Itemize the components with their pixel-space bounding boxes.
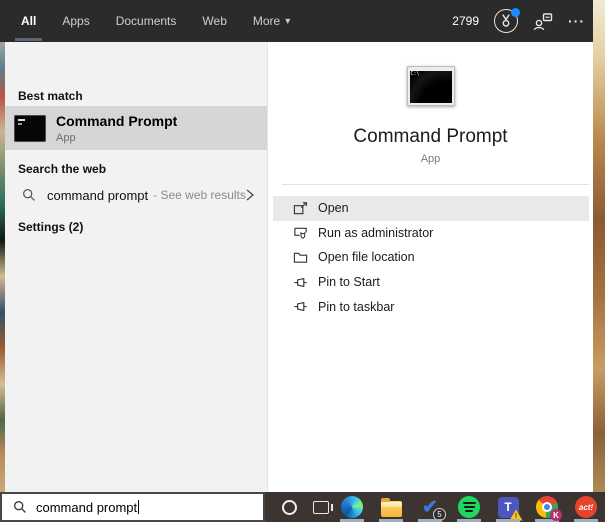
tab-documents-label: Documents [115,14,177,28]
action-pin-to-taskbar-label: Pin to taskbar [318,299,395,314]
header-actions: 2799 ··· [452,0,585,42]
web-suffix-text: - See web results [153,188,246,202]
chevron-down-icon: ▾ [285,15,291,27]
best-match-heading: Best match [18,89,83,103]
search-input-value: command prompt [36,499,138,515]
action-run-as-administrator[interactable]: Run as administrator [273,221,589,246]
search-icon [14,501,26,513]
search-web-heading: Search the web [18,162,107,176]
action-open-file-location[interactable]: Open file location [273,245,589,270]
search-input[interactable]: command prompt [0,492,265,522]
desktop-wallpaper-sliver-right [593,0,605,492]
action-open-label: Open [318,201,349,216]
tab-web-label: Web [202,14,227,28]
tab-more-label: More [252,14,281,28]
result-title: Command Prompt [56,112,178,129]
settings-heading: Settings (2) [18,220,84,234]
text-caret [138,500,140,514]
tab-documents[interactable]: Documents [103,0,190,42]
taskbar-file-explorer-icon[interactable] [379,495,403,522]
action-pin-to-start-label: Pin to Start [318,275,380,290]
tab-apps[interactable]: Apps [49,0,102,42]
action-run-admin-label: Run as administrator [318,225,434,240]
web-search-suggestion[interactable]: command prompt - See web results [5,181,267,209]
search-filter-tabs: All Apps Documents Web More ▾ [8,0,303,42]
taskbar-spotify-icon[interactable] [457,495,481,522]
teams-letter: T [504,500,512,514]
windows-search-flyout: All Apps Documents Web More ▾ 2799 ··· B… [0,0,605,522]
tab-apps-label: Apps [62,14,90,28]
search-header: All Apps Documents Web More ▾ 2799 ··· [0,0,593,42]
action-pin-to-start[interactable]: Pin to Start [273,270,589,295]
pin-icon [292,299,308,315]
action-open[interactable]: Open [273,196,589,221]
context-actions: Open Run as administrator Open file loca… [268,196,593,319]
more-options-icon[interactable]: ··· [568,13,585,29]
preview-type: App [420,153,441,165]
rewards-points: 2799 [452,14,479,28]
tab-more[interactable]: More ▾ [240,0,303,42]
admin-shield-icon [292,225,308,241]
notification-dot [511,8,520,17]
ellipsis-glyph: ··· [568,13,585,29]
command-prompt-icon [14,114,46,142]
chevron-right-icon[interactable] [243,187,257,203]
profile-badge: K [550,509,562,521]
taskbar-todo-icon[interactable]: ✔ 5 [418,495,446,522]
cortana-icon[interactable] [277,495,301,519]
tab-all-label: All [21,14,37,28]
tab-all[interactable]: All [8,0,49,42]
rewards-medal-icon[interactable] [494,8,520,33]
folder-icon [292,249,308,265]
preview-divider [282,184,589,185]
results-panel: Best match Command Prompt App Search the… [5,42,267,492]
preview-title: Command Prompt [353,126,508,147]
feedback-icon[interactable] [533,11,553,31]
best-match-result[interactable]: Command Prompt App [5,106,267,150]
task-view-icon[interactable] [309,495,333,519]
act-logo-text: act! [575,496,597,518]
action-pin-to-taskbar[interactable]: Pin to taskbar [273,294,589,319]
command-prompt-icon-large: C:\ [406,66,455,106]
action-open-file-location-label: Open file location [318,250,415,265]
open-window-icon [292,200,308,216]
pin-icon [292,274,308,290]
taskbar-act-icon[interactable]: act! [574,495,598,522]
result-type: App [56,131,76,144]
search-icon [23,189,35,201]
taskbar-teams-icon[interactable]: T ! [496,495,523,522]
web-query-text: command prompt [47,187,149,203]
preview-panel: C:\ Command Prompt App Open Run as admin… [267,42,593,492]
tab-web[interactable]: Web [189,0,239,42]
taskbar: ✔ 5 T ! K act! [265,492,605,522]
cmd-icon-text: C:\ [410,71,420,77]
taskbar-chrome-icon[interactable]: K [535,495,562,522]
taskbar-edge-icon[interactable] [340,495,364,522]
